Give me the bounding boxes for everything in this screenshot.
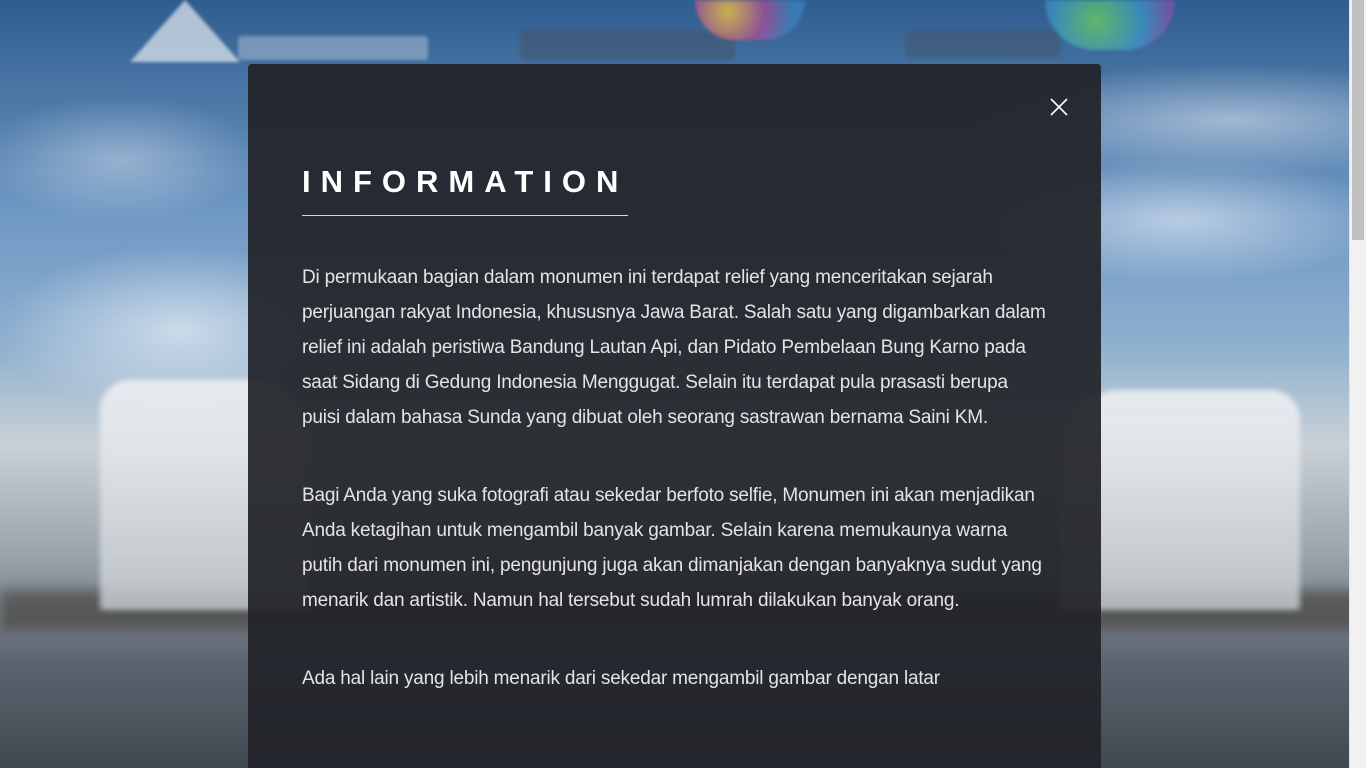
background-logos <box>0 0 1366 70</box>
page-viewport: INFORMATION Di permukaan bagian dalam mo… <box>0 0 1366 768</box>
modal-title: INFORMATION <box>302 64 629 216</box>
info-paragraph-1: Di permukaan bagian dalam monumen ini te… <box>302 267 1046 428</box>
background-logo-right-text <box>905 30 1060 58</box>
close-button[interactable] <box>1049 97 1069 117</box>
background-logo-right-mark <box>1045 0 1175 50</box>
scrollbar-thumb[interactable] <box>1352 0 1364 240</box>
info-paragraph-2: Bagi Anda yang suka fotografi atau seked… <box>302 485 1042 611</box>
information-modal: INFORMATION Di permukaan bagian dalam mo… <box>248 64 1101 768</box>
info-paragraph-3: Ada hal lain yang lebih menarik dari sek… <box>302 668 940 689</box>
background-logo-left <box>130 0 240 62</box>
close-icon[interactable] <box>1049 97 1069 117</box>
modal-body: Di permukaan bagian dalam monumen ini te… <box>302 260 1047 696</box>
background-logo-center-text <box>520 30 735 60</box>
page-scrollbar[interactable] <box>1349 0 1366 768</box>
background-logo-left-text <box>238 36 428 60</box>
